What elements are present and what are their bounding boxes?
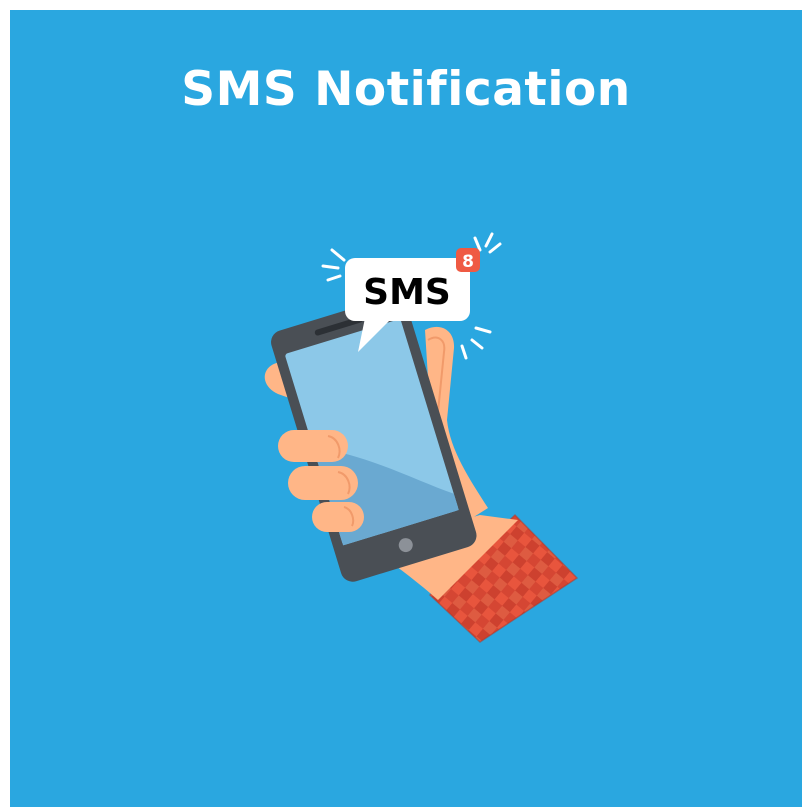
sms-label: SMS: [363, 272, 451, 313]
badge-count: 8: [462, 252, 474, 272]
unread-count-badge: 8: [456, 248, 480, 272]
hand-holding-phone-illustration: SMS 8: [264, 232, 579, 643]
sms-notification-banner: SMS Notification SMS 8: [10, 10, 802, 807]
